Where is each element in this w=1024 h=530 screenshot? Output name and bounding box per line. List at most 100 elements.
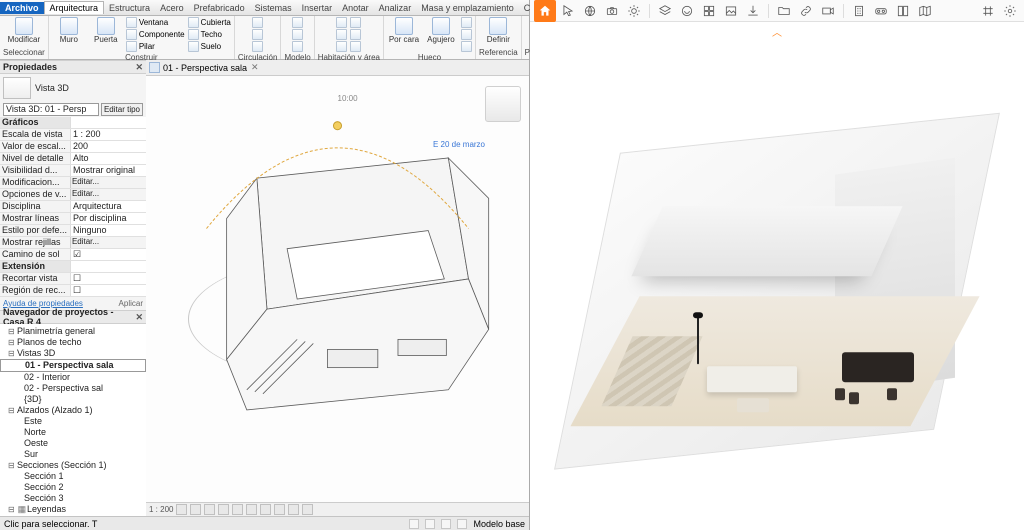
prop-row-sunpath[interactable]: Camino de sol☑ (0, 249, 146, 261)
roof-button[interactable]: Cubierta (188, 17, 231, 28)
byface-button[interactable]: Por cara (387, 17, 421, 44)
building-icon[interactable] (849, 2, 869, 20)
define-button[interactable]: Definir (481, 17, 515, 44)
prop-row-discipline[interactable]: DisciplinaArquitectura (0, 201, 146, 213)
project-browser[interactable]: Planimetría general Planos de techo Vist… (0, 324, 146, 516)
status-icon-1[interactable] (409, 519, 419, 529)
shaft-button[interactable]: Agujero (424, 17, 458, 44)
tree-view-01[interactable]: 01 - Perspectiva sala (0, 359, 146, 372)
prop-row-scaleval[interactable]: Valor de escal...200 (0, 141, 146, 153)
tab-insert[interactable]: Insertar (297, 2, 338, 14)
areatag-button[interactable] (350, 41, 361, 52)
stair-button[interactable] (252, 17, 263, 28)
tab-massing[interactable]: Masa y emplazamiento (416, 2, 519, 14)
render-canvas[interactable] (530, 40, 1024, 530)
tree-planimetria[interactable]: Planimetría general (0, 326, 146, 337)
status-icon-4[interactable] (457, 519, 467, 529)
properties-close-icon[interactable]: ✕ (135, 62, 143, 73)
prop-row-defaultstyle[interactable]: Estilo por defe...Ninguno (0, 225, 146, 237)
modelline-button[interactable] (292, 29, 303, 40)
tab-file[interactable]: Archivo (0, 2, 44, 14)
prop-row-overrides[interactable]: Modificacion...Editar... (0, 177, 146, 189)
prop-row-options[interactable]: Opciones de v...Editar... (0, 189, 146, 201)
vr-icon[interactable] (871, 2, 891, 20)
type-selector[interactable]: Vista 3D (0, 74, 146, 102)
tree-elev-este[interactable]: Este (0, 416, 146, 427)
ceiling-button[interactable]: Techo (188, 29, 231, 40)
tree-3dviews[interactable]: Vistas 3D (0, 348, 146, 359)
tree-ceilplans[interactable]: Planos de techo (0, 337, 146, 348)
modify-button[interactable]: Modificar (7, 17, 41, 44)
crop-region-icon[interactable] (260, 504, 271, 515)
prop-row-cropregion[interactable]: Región de rec...☐ (0, 285, 146, 297)
modelgroup-button[interactable] (292, 41, 303, 52)
ramp-button[interactable] (252, 29, 263, 40)
scale-label[interactable]: 1 : 200 (149, 505, 173, 514)
home-button[interactable] (534, 0, 556, 22)
settings-icon[interactable] (1000, 2, 1020, 20)
export-icon[interactable] (743, 2, 763, 20)
tab-architecture[interactable]: Arquitectura (44, 1, 105, 14)
window-button[interactable]: Ventana (126, 17, 185, 28)
materials-icon[interactable] (677, 2, 697, 20)
prop-row-showgrids[interactable]: Mostrar rejillasEditar... (0, 237, 146, 249)
globe-icon[interactable] (580, 2, 600, 20)
roomtag-button[interactable] (336, 41, 347, 52)
tab-steel[interactable]: Acero (155, 2, 189, 14)
wall-button[interactable]: Muro (52, 17, 86, 44)
door-button[interactable]: Puerta (89, 17, 123, 44)
view-tab-close-icon[interactable]: ✕ (251, 62, 259, 73)
book-icon[interactable] (893, 2, 913, 20)
shadows-icon[interactable] (218, 504, 229, 515)
instance-selector[interactable]: Vista 3D: 01 - Persp (3, 103, 99, 116)
lock3d-icon[interactable] (274, 504, 285, 515)
tree-sect[interactable]: Secciones (Sección 1) (0, 460, 146, 471)
prop-row-detail[interactable]: Nivel de detalleAlto (0, 153, 146, 165)
tree-view-3d[interactable]: {3D} (0, 394, 146, 405)
tree-sec3[interactable]: Sección 3 (0, 493, 146, 504)
prop-row-scale[interactable]: Escala de vista1 : 200 (0, 129, 146, 141)
areasep-button[interactable] (350, 29, 361, 40)
room-button[interactable] (336, 17, 347, 28)
area-button[interactable] (350, 17, 361, 28)
link-icon[interactable] (796, 2, 816, 20)
temp-hide-icon[interactable] (288, 504, 299, 515)
tab-analyze[interactable]: Analizar (374, 2, 417, 14)
visual-style-icon[interactable] (190, 504, 201, 515)
tree-legends[interactable]: ▦Leyendas (0, 504, 146, 515)
tab-systems[interactable]: Sistemas (250, 2, 297, 14)
grid-icon[interactable] (978, 2, 998, 20)
canvas[interactable]: 10:00 E 20 de marzo (146, 76, 529, 502)
status-icon-2[interactable] (425, 519, 435, 529)
modeltext-button[interactable] (292, 17, 303, 28)
rail-button[interactable] (252, 41, 263, 52)
render-icon[interactable] (232, 504, 243, 515)
dormer-button[interactable] (461, 41, 472, 52)
viewcube[interactable] (485, 86, 521, 122)
collapse-toolbar-icon[interactable]: ︿ (768, 24, 786, 38)
floor-button[interactable]: Suelo (188, 41, 231, 52)
tab-precast[interactable]: Prefabricado (189, 2, 250, 14)
tab-annotate[interactable]: Anotar (337, 2, 374, 14)
prop-row-visibility[interactable]: Visibilidad d...Mostrar original (0, 165, 146, 177)
tree-elev-sur[interactable]: Sur (0, 449, 146, 460)
detail-level-icon[interactable] (176, 504, 187, 515)
tab-structure[interactable]: Estructura (104, 2, 155, 14)
folder-icon[interactable] (774, 2, 794, 20)
vert-opening-button[interactable] (461, 29, 472, 40)
wall-opening-button[interactable] (461, 17, 472, 28)
browser-header[interactable]: Navegador de proyectos - Casa R 4 ✕ (0, 310, 146, 324)
tree-sec2[interactable]: Sección 2 (0, 482, 146, 493)
tree-sec1[interactable]: Sección 1 (0, 471, 146, 482)
assets-icon[interactable] (699, 2, 719, 20)
map-icon[interactable] (915, 2, 935, 20)
prop-row-cropview[interactable]: Recortar vista☐ (0, 273, 146, 285)
layers-icon[interactable] (655, 2, 675, 20)
tree-elev[interactable]: Alzados (Alzado 1) (0, 405, 146, 416)
tree-elev-oeste[interactable]: Oeste (0, 438, 146, 449)
camera-icon[interactable] (602, 2, 622, 20)
edit-type-button[interactable]: Editar tipo (101, 103, 143, 116)
component-button[interactable]: Componente (126, 29, 185, 40)
cursor-icon[interactable] (558, 2, 578, 20)
tree-elev-norte[interactable]: Norte (0, 427, 146, 438)
